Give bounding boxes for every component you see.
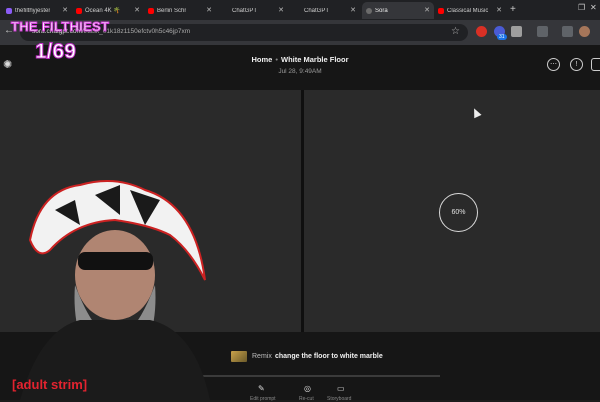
tab-sora[interactable]: Sora ✕ [362, 2, 434, 19]
extension-count-badge: 31 [497, 34, 507, 40]
generation-progress-ring: 60% [439, 193, 478, 232]
webcam-overlay [20, 180, 210, 400]
edit-prompt-button[interactable]: Edit prompt [250, 396, 276, 402]
extension-red-icon[interactable] [476, 26, 487, 37]
youtube-icon [438, 7, 444, 14]
youtube-icon [76, 7, 82, 14]
twitch-icon [6, 7, 12, 14]
close-tab-icon[interactable]: ✕ [278, 6, 284, 14]
prompt-text: change the floor to white marble [275, 353, 383, 360]
tab-search-icon[interactable] [537, 26, 548, 37]
tab-chatgpt-2[interactable]: ChatGPT ✕ [288, 2, 360, 19]
notifications-icon[interactable]: ! [570, 58, 583, 71]
breadcrumb: Home • White Marble Floor [0, 55, 600, 64]
extensions-puzzle-icon[interactable] [511, 26, 522, 37]
window-restore-icon[interactable]: ❐ [578, 3, 585, 12]
close-tab-icon[interactable]: ✕ [206, 6, 212, 14]
stream-title-overlay: THE FILTHIEST [10, 19, 110, 35]
user-avatar[interactable] [591, 58, 600, 71]
breadcrumb-home[interactable]: Home [252, 55, 273, 64]
prompt-bar-divider [190, 375, 440, 377]
close-tab-icon[interactable]: ✕ [62, 6, 68, 14]
sora-icon [366, 7, 372, 14]
task-date: Jul 28, 9:49AM [278, 68, 322, 75]
storyboard-icon[interactable]: ▭ [337, 384, 345, 393]
recut-button[interactable]: Re-cut [299, 396, 314, 402]
edit-prompt-icon[interactable]: ✎ [258, 384, 265, 393]
profile-avatar[interactable] [579, 26, 590, 37]
stream-tag-overlay: [adult strim] [12, 377, 88, 392]
new-tab-button[interactable]: + [510, 4, 516, 15]
stream-count-overlay: 1/69 [35, 40, 77, 64]
more-options-icon[interactable]: ⋯ [547, 58, 560, 71]
reading-list-icon[interactable] [562, 26, 573, 37]
close-tab-icon[interactable]: ✕ [134, 6, 140, 14]
remix-label: Remix [252, 353, 272, 360]
bookmark-star-icon[interactable]: ☆ [451, 26, 460, 37]
tab-chatgpt-1[interactable]: ChatGPT ✕ [216, 2, 288, 19]
youtube-icon [148, 7, 154, 14]
breadcrumb-current: White Marble Floor [280, 55, 349, 64]
tab-berlin[interactable]: Berlin Schr ✕ [144, 2, 216, 19]
recut-icon[interactable]: ◎ [304, 384, 311, 393]
window-close-icon[interactable]: ✕ [590, 3, 597, 12]
tab-classical-music[interactable]: Classical Music ✕ [434, 2, 506, 19]
breadcrumb-separator: • [275, 55, 278, 64]
tab-ocean[interactable]: Ocean 4K 🌴 ✕ [72, 2, 144, 19]
remix-thumbnail[interactable] [231, 351, 247, 362]
close-tab-icon[interactable]: ✕ [424, 6, 430, 14]
storyboard-button[interactable]: Storyboard [327, 396, 351, 402]
close-tab-icon[interactable]: ✕ [496, 6, 502, 14]
tab-thefilthyjester[interactable]: thefilthyjester ✕ [2, 2, 72, 19]
browser-tab-strip: thefilthyjester ✕ Ocean 4K 🌴 ✕ Berlin Schr… [0, 0, 600, 20]
close-tab-icon[interactable]: ✕ [350, 6, 356, 14]
